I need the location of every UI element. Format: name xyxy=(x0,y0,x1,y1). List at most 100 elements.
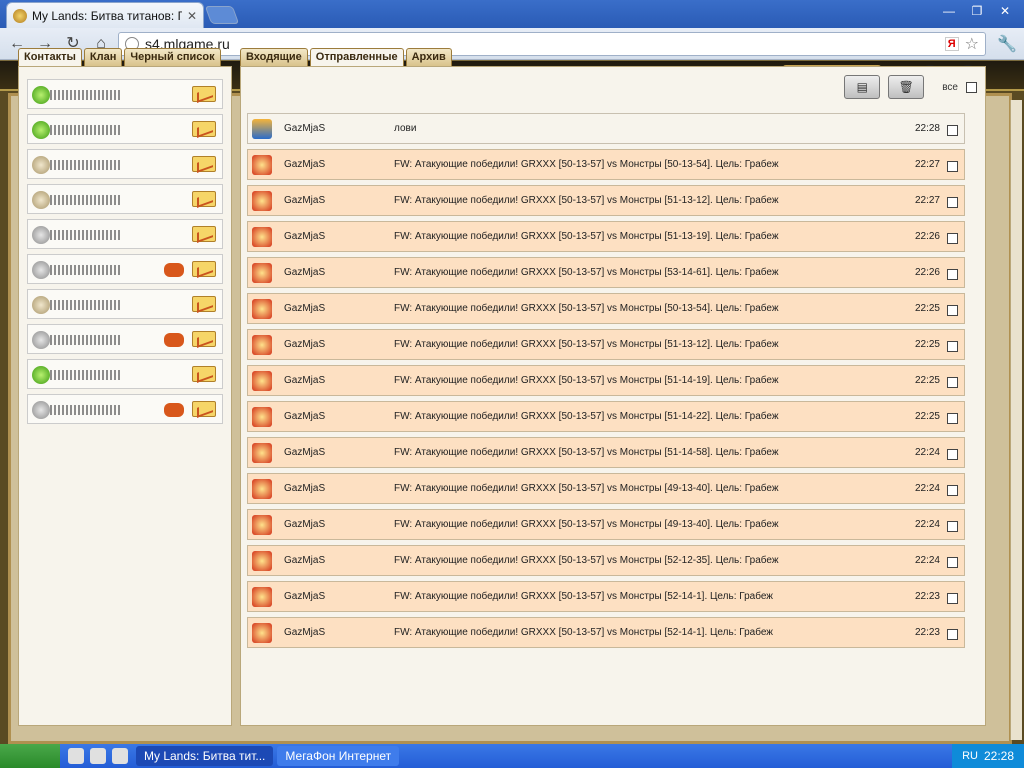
send-mail-icon[interactable] xyxy=(192,296,216,312)
delete-button[interactable]: 🗑 xyxy=(888,75,925,99)
contact-item[interactable] xyxy=(27,254,223,284)
contact-item[interactable] xyxy=(27,184,223,214)
message-subject[interactable]: FW: Атакующие победили! GRXXX [50-13-57]… xyxy=(394,627,773,638)
message-row[interactable]: GazMjaS FW: Атакующие победили! GRXXX [50… xyxy=(247,509,965,540)
contact-item[interactable] xyxy=(27,394,223,424)
message-sender[interactable]: GazMjaS xyxy=(284,411,325,422)
message-sender[interactable]: GazMjaS xyxy=(284,555,325,566)
tab-close-icon[interactable]: ✕ xyxy=(187,9,197,23)
message-checkbox[interactable] xyxy=(947,377,958,388)
message-sender[interactable]: GazMjaS xyxy=(284,447,325,458)
message-subject[interactable]: FW: Атакующие победили! GRXXX [50-13-57]… xyxy=(394,483,779,494)
message-row[interactable]: GazMjaS FW: Атакующие победили! GRXXX [50… xyxy=(247,617,965,648)
contact-item[interactable] xyxy=(27,289,223,319)
message-checkbox[interactable] xyxy=(947,629,958,640)
quick-launch-icon[interactable] xyxy=(112,748,128,764)
tab-clan[interactable]: Клан xyxy=(83,48,123,66)
message-subject[interactable]: FW: Атакующие победили! GRXXX [50-13-57]… xyxy=(394,447,779,458)
task-megafon[interactable]: МегаФон Интернет xyxy=(277,746,400,766)
message-row[interactable]: GazMjaS FW: Атакующие победили! GRXXX [50… xyxy=(247,437,965,468)
message-checkbox[interactable] xyxy=(947,269,958,280)
task-browser[interactable]: My Lands: Битва тит... xyxy=(136,746,274,766)
message-sender[interactable]: GazMjaS xyxy=(284,303,325,314)
contact-item[interactable] xyxy=(27,114,223,144)
message-subject[interactable]: FW: Атакующие победили! GRXXX [50-13-57]… xyxy=(394,375,779,386)
contact-item[interactable] xyxy=(27,149,223,179)
send-mail-icon[interactable] xyxy=(192,86,216,102)
message-checkbox[interactable] xyxy=(947,557,958,568)
close-window-icon[interactable]: ✕ xyxy=(992,2,1018,20)
send-mail-icon[interactable] xyxy=(192,191,216,207)
message-checkbox[interactable] xyxy=(947,197,958,208)
message-checkbox[interactable] xyxy=(947,305,958,316)
language-indicator[interactable]: RU xyxy=(962,750,978,762)
message-subject[interactable]: FW: Атакующие победили! GRXXX [50-13-57]… xyxy=(394,339,779,350)
message-row[interactable]: GazMjaS FW: Атакующие победили! GRXXX [50… xyxy=(247,365,965,396)
send-mail-icon[interactable] xyxy=(192,366,216,382)
message-subject[interactable]: FW: Атакующие победили! GRXXX [50-13-57]… xyxy=(394,159,779,170)
wrench-icon[interactable]: 🔧 xyxy=(996,34,1018,54)
send-mail-icon[interactable] xyxy=(192,156,216,172)
message-subject[interactable]: FW: Атакующие победили! GRXXX [50-13-57]… xyxy=(394,591,773,602)
quick-launch-icon[interactable] xyxy=(68,748,84,764)
message-subject[interactable]: лови xyxy=(394,123,416,134)
message-sender[interactable]: GazMjaS xyxy=(284,483,325,494)
message-row[interactable]: GazMjaS FW: Атакующие победили! GRXXX [50… xyxy=(247,221,965,252)
message-subject[interactable]: FW: Атакующие победили! GRXXX [50-13-57]… xyxy=(394,411,779,422)
message-row[interactable]: GazMjaS FW: Атакующие победили! GRXXX [50… xyxy=(247,293,965,324)
message-checkbox[interactable] xyxy=(947,233,958,244)
message-sender[interactable]: GazMjaS xyxy=(284,339,325,350)
message-row[interactable]: GazMjaS FW: Атакующие победили! GRXXX [50… xyxy=(247,581,965,612)
send-mail-icon[interactable] xyxy=(192,401,216,417)
clock[interactable]: 22:28 xyxy=(984,749,1014,763)
message-sender[interactable]: GazMjaS xyxy=(284,519,325,530)
start-button[interactable] xyxy=(0,744,60,768)
message-sender[interactable]: GazMjaS xyxy=(284,375,325,386)
message-checkbox[interactable] xyxy=(947,413,958,424)
message-checkbox[interactable] xyxy=(947,341,958,352)
send-mail-icon[interactable] xyxy=(192,226,216,242)
contact-item[interactable] xyxy=(27,219,223,249)
tab-blacklist[interactable]: Черный список xyxy=(124,48,221,66)
message-checkbox[interactable] xyxy=(947,125,958,136)
message-subject[interactable]: FW: Атакующие победили! GRXXX [50-13-57]… xyxy=(394,519,779,530)
message-subject[interactable]: FW: Атакующие победили! GRXXX [50-13-57]… xyxy=(394,195,779,206)
message-subject[interactable]: FW: Атакующие победили! GRXXX [50-13-57]… xyxy=(394,303,779,314)
message-sender[interactable]: GazMjaS xyxy=(284,231,325,242)
tab-sent[interactable]: Отправленные xyxy=(309,48,404,66)
message-row[interactable]: GazMjaS FW: Атакующие победили! GRXXX [50… xyxy=(247,257,965,288)
message-sender[interactable]: GazMjaS xyxy=(284,627,325,638)
message-row[interactable]: GazMjaS FW: Атакующие победили! GRXXX [50… xyxy=(247,185,965,216)
maximize-icon[interactable]: ❐ xyxy=(964,2,990,20)
message-sender[interactable]: GazMjaS xyxy=(284,195,325,206)
contact-item[interactable] xyxy=(27,359,223,389)
message-sender[interactable]: GazMjaS xyxy=(284,159,325,170)
browser-tab[interactable]: My Lands: Битва титанов: Гр ✕ xyxy=(6,2,204,28)
message-checkbox[interactable] xyxy=(947,593,958,604)
message-subject[interactable]: FW: Атакующие победили! GRXXX [50-13-57]… xyxy=(394,231,779,242)
message-checkbox[interactable] xyxy=(947,485,958,496)
quick-launch-icon[interactable] xyxy=(90,748,106,764)
send-mail-icon[interactable] xyxy=(192,261,216,277)
send-mail-icon[interactable] xyxy=(192,121,216,137)
message-checkbox[interactable] xyxy=(947,161,958,172)
message-row[interactable]: GazMjaS FW: Атакующие победили! GRXXX [50… xyxy=(247,149,965,180)
minimize-icon[interactable]: — xyxy=(936,2,962,20)
tab-contacts[interactable]: Контакты xyxy=(18,48,82,66)
page-scrollbar[interactable] xyxy=(1010,100,1022,740)
message-row[interactable]: GazMjaS FW: Атакующие победили! GRXXX [50… xyxy=(247,545,965,576)
contact-item[interactable] xyxy=(27,324,223,354)
new-tab-button[interactable] xyxy=(204,6,240,24)
message-sender[interactable]: GazMjaS xyxy=(284,267,325,278)
message-row[interactable]: GazMjaS FW: Атакующие победили! GRXXX [50… xyxy=(247,473,965,504)
message-subject[interactable]: FW: Атакующие победили! GRXXX [50-13-57]… xyxy=(394,555,779,566)
message-row[interactable]: GazMjaS FW: Атакующие победили! GRXXX [50… xyxy=(247,401,965,432)
send-mail-icon[interactable] xyxy=(192,331,216,347)
contact-item[interactable] xyxy=(27,79,223,109)
tab-inbox[interactable]: Входящие xyxy=(240,48,308,66)
select-all-checkbox[interactable] xyxy=(966,81,977,93)
message-sender[interactable]: GazMjaS xyxy=(284,123,325,134)
message-row[interactable]: GazMjaS лови 22:28 xyxy=(247,113,965,144)
message-checkbox[interactable] xyxy=(947,521,958,532)
message-subject[interactable]: FW: Атакующие победили! GRXXX [50-13-57]… xyxy=(394,267,779,278)
